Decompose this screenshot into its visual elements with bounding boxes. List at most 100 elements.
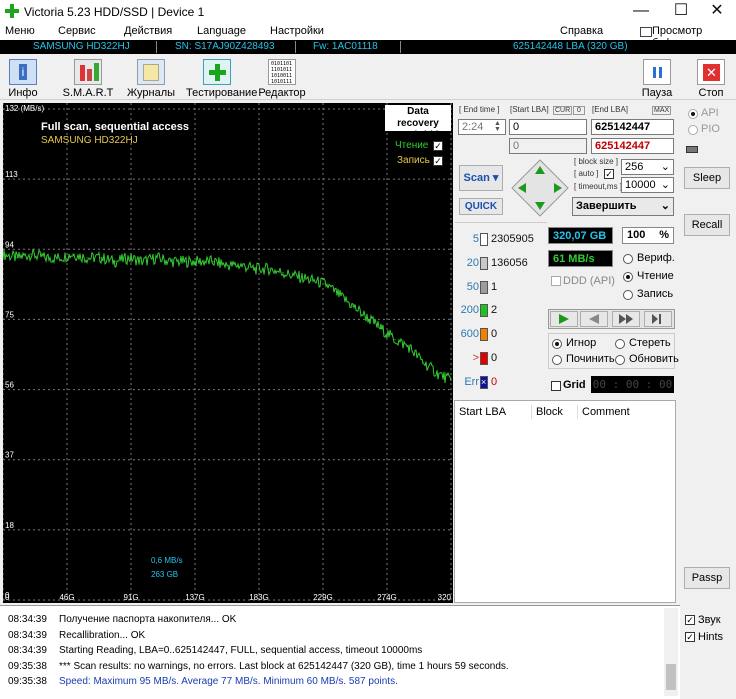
play-icon	[559, 314, 569, 324]
log-entry: 08:34:39 Получение паспорта накопителя...…	[0, 614, 660, 629]
y-tick-label: 113	[5, 170, 18, 179]
skip-button[interactable]	[612, 311, 640, 327]
testing-button[interactable]: Тестирование	[186, 56, 257, 99]
speed-data-point	[240, 264, 242, 266]
scan-dropdown-button[interactable]: Scan ▾	[459, 165, 503, 191]
menu-item-menu[interactable]: Меню	[5, 25, 35, 37]
repair-radio[interactable]	[552, 355, 562, 365]
speed-data-point	[254, 268, 256, 270]
speed-data-point	[184, 260, 186, 263]
api-radio[interactable]	[688, 109, 698, 119]
start-lba-field[interactable]: 0	[509, 119, 587, 135]
menu-item-service[interactable]: Сервис	[58, 25, 96, 37]
grid-checkbox[interactable]	[551, 381, 561, 391]
app-plus-icon	[5, 4, 19, 18]
block-count: 2305905	[491, 233, 534, 245]
x-tick-label: 320	[438, 593, 452, 602]
write-radio[interactable]	[623, 290, 633, 300]
passp-button[interactable]: Passp	[684, 567, 730, 589]
auto-checkbox[interactable]: ✓	[604, 169, 614, 179]
chevron-down-icon: ▾	[492, 172, 499, 184]
smart-button[interactable]: S.M.A.R.T	[62, 56, 114, 99]
pause-button[interactable]: Пауза	[638, 56, 676, 99]
ignore-radio[interactable]	[552, 339, 562, 349]
block-size-select[interactable]: 256 ⌄	[621, 159, 674, 175]
timeout-value: 10000	[625, 179, 656, 191]
block-color-swatch: ×	[480, 375, 488, 389]
sound-checkbox[interactable]: ✓	[685, 615, 695, 625]
cur-button[interactable]: CUR	[553, 106, 573, 115]
end-lba-field-2[interactable]: 625142447	[591, 138, 674, 154]
defects-table[interactable]: Start LBA Block Comment	[454, 400, 676, 603]
pio-label: PIO	[701, 123, 720, 135]
data-recovery-banner[interactable]: Data recovery www.hdd.by	[385, 105, 451, 141]
start-lba-field-2[interactable]: 0	[509, 138, 587, 154]
finish-select[interactable]: Завершить ⌄	[572, 197, 674, 216]
quick-button[interactable]: QUICK	[459, 198, 503, 215]
log-message: Speed: Maximum 95 MB/s. Average 77 MB/s.…	[59, 676, 398, 687]
verify-label: Вериф.	[637, 252, 675, 264]
log-scrollbar-thumb[interactable]	[666, 664, 676, 690]
speed-series-line	[3, 248, 452, 384]
maximize-button[interactable]: ☐	[662, 0, 700, 24]
to-end-icon	[652, 314, 661, 324]
block-count: 0	[491, 375, 498, 388]
direction-pad[interactable]	[510, 158, 570, 218]
log-message: Получение паспорта накопителя... OK	[59, 614, 237, 625]
clipboard-icon	[640, 27, 652, 37]
to-end-button[interactable]	[644, 311, 672, 327]
block-count: 0	[491, 352, 498, 364]
speed-graph: 113 94 75 56 37 18 0 0 46G 91G 137G 183G 229G 274G 320…	[3, 103, 453, 603]
speed-data-point	[226, 264, 228, 266]
legend-read-checkbox[interactable]: ✓	[433, 141, 443, 151]
block-counter-row: 50 1	[459, 278, 547, 298]
status-indicator-icon	[686, 146, 698, 153]
speed-data-point	[212, 260, 214, 263]
x-tick-label: 274G	[377, 593, 397, 602]
timeout-select[interactable]: 10000 ⌄	[621, 177, 674, 193]
erase-radio[interactable]	[615, 339, 625, 349]
log-entry: 08:34:39 Starting Reading, LBA=0..6251424…	[0, 645, 660, 660]
menu-item-language[interactable]: Language	[197, 25, 246, 37]
y-unit-label: 132 (MB/s)	[5, 104, 45, 113]
journals-button[interactable]: Журналы	[126, 56, 176, 99]
info-button[interactable]: i Инфо	[4, 56, 42, 99]
end-lba-field[interactable]: 625142447	[591, 119, 674, 135]
read-radio[interactable]	[623, 272, 633, 282]
hints-checkbox[interactable]: ✓	[685, 632, 695, 642]
menu-item-settings[interactable]: Настройки	[270, 25, 324, 37]
max-button[interactable]: MAX	[652, 106, 672, 115]
reverse-button[interactable]	[580, 311, 608, 327]
current-speed: 61 MB/s	[548, 250, 613, 267]
end-time-spin-icon[interactable]: ▲ ▼	[494, 120, 504, 133]
col-comment[interactable]: Comment	[582, 406, 630, 418]
smart-label: S.M.A.R.T	[62, 87, 114, 99]
play-button[interactable]	[550, 311, 578, 327]
menu-item-actions[interactable]: Действия	[124, 25, 172, 37]
stop-button[interactable]: ✕ Стоп	[692, 56, 730, 99]
refresh-radio[interactable]	[615, 355, 625, 365]
log-entry: 09:35:38 *** Scan results: no warnings, n…	[0, 661, 660, 676]
timeout-label: [ timeout,ms ]	[574, 182, 623, 191]
recall-button[interactable]: Recall	[684, 214, 730, 236]
col-start-lba[interactable]: Start LBA	[459, 406, 506, 418]
speed-data-point	[310, 279, 312, 281]
ddd-checkbox[interactable]	[551, 276, 561, 286]
sleep-button[interactable]: Sleep	[684, 167, 730, 189]
speed-data-point	[380, 327, 382, 330]
testing-plus-icon	[203, 59, 231, 85]
verify-radio[interactable]	[623, 254, 633, 264]
event-log[interactable]: 08:34:39 Получение паспорта накопителя...…	[0, 605, 680, 699]
speed-data-point	[268, 268, 270, 270]
log-time: 09:35:38	[8, 676, 47, 687]
percent-box: 100%	[622, 227, 674, 244]
close-button[interactable]: ✕	[698, 0, 736, 24]
col-block[interactable]: Block	[536, 406, 563, 418]
editor-button[interactable]: 0101101 1101011 1010011 1010111 Редактор	[258, 56, 306, 99]
pio-radio[interactable]	[688, 125, 698, 135]
log-scrollbar[interactable]	[664, 608, 678, 696]
x-tick-label: 46G	[59, 593, 74, 602]
menu-item-help[interactable]: Справка	[560, 25, 603, 37]
minimize-button[interactable]: —	[622, 0, 660, 24]
legend-write-checkbox[interactable]: ✓	[433, 156, 443, 166]
